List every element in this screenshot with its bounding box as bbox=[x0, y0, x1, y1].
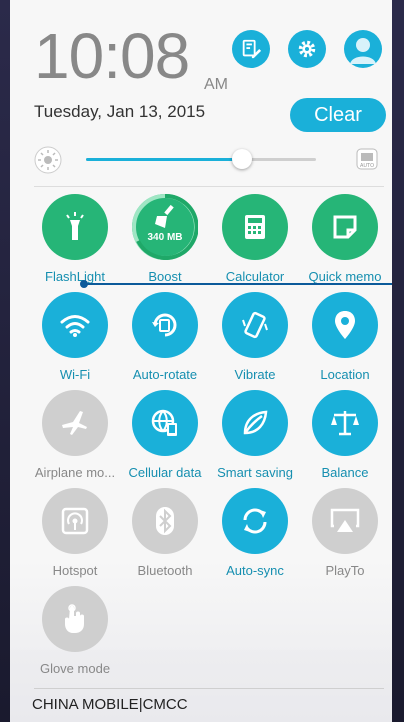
calculator-icon bbox=[245, 215, 265, 239]
cellular-data-icon bbox=[151, 409, 177, 436]
tile-label: Airplane mo... bbox=[34, 465, 116, 480]
flashlight-icon bbox=[66, 212, 84, 240]
calculator-button[interactable] bbox=[222, 194, 288, 260]
date-label: Tuesday, Jan 13, 2015 bbox=[34, 102, 206, 121]
tile-label: Calculator bbox=[225, 269, 285, 284]
tile-label: Boost bbox=[148, 269, 182, 284]
quick-settings-panel: 10:08 AM Tuesday, Jan 13, 2015 Clear AUT… bbox=[10, 0, 392, 722]
tile-bluetooth[interactable]: Bluetooth bbox=[118, 488, 212, 586]
right-edge bbox=[392, 0, 404, 722]
tile-hotspot[interactable]: Hotspot bbox=[28, 488, 122, 586]
tile-auto-rotate[interactable]: Auto-rotate bbox=[118, 292, 212, 390]
tile-label: Hotspot bbox=[52, 563, 98, 578]
tile-airplane-mode[interactable]: Airplane mo... bbox=[28, 390, 122, 488]
settings-button[interactable] bbox=[288, 30, 326, 68]
brightness-slider[interactable] bbox=[86, 149, 316, 169]
svg-text:AUTO: AUTO bbox=[360, 163, 374, 169]
edit-icon bbox=[242, 39, 262, 59]
tile-flashlight[interactable]: FlashLight bbox=[28, 194, 122, 292]
tile-cellular-data[interactable]: Cellular data bbox=[118, 390, 212, 488]
balance-icon bbox=[331, 411, 359, 436]
tile-label: Balance bbox=[321, 465, 369, 480]
divider bbox=[34, 186, 384, 187]
boost-value: 340 MB bbox=[147, 232, 183, 243]
hotspot-button[interactable] bbox=[42, 488, 108, 554]
tile-label: Auto-rotate bbox=[132, 367, 198, 382]
quick-memo-button[interactable] bbox=[312, 194, 378, 260]
playto-button[interactable] bbox=[312, 488, 378, 554]
glove-mode-button[interactable] bbox=[42, 586, 108, 652]
tile-wifi[interactable]: Wi-Fi bbox=[28, 292, 122, 390]
tile-calculator[interactable]: Calculator bbox=[208, 194, 302, 292]
balance-button[interactable] bbox=[312, 390, 378, 456]
brightness-fill bbox=[86, 158, 243, 161]
left-edge bbox=[0, 0, 10, 722]
airplane-mode-button[interactable] bbox=[42, 390, 108, 456]
flashlight-button[interactable] bbox=[42, 194, 108, 260]
tile-location[interactable]: Location bbox=[298, 292, 392, 390]
tile-label: Quick memo bbox=[308, 269, 382, 284]
carrier-label: CHINA MOBILE|CMCC bbox=[32, 696, 188, 713]
location-icon bbox=[335, 311, 355, 339]
guide-line bbox=[83, 283, 392, 285]
memo-icon bbox=[333, 215, 357, 239]
wifi-button[interactable] bbox=[42, 292, 108, 358]
tile-glove-mode[interactable]: Glove mode bbox=[28, 586, 122, 684]
avatar-icon bbox=[350, 38, 376, 64]
tile-label: FlashLight bbox=[45, 269, 105, 284]
tile-label: Cellular data bbox=[128, 465, 202, 480]
vibrate-icon bbox=[242, 311, 268, 339]
tile-label: Smart saving bbox=[217, 465, 293, 480]
tile-label: Glove mode bbox=[39, 661, 111, 676]
tile-label: Wi-Fi bbox=[59, 367, 91, 382]
sync-icon bbox=[243, 508, 267, 534]
tile-label: PlayTo bbox=[325, 563, 365, 578]
tile-label: Bluetooth bbox=[137, 563, 193, 578]
clear-button[interactable]: Clear bbox=[290, 98, 386, 132]
hotspot-icon bbox=[61, 507, 89, 535]
auto-rotate-button[interactable] bbox=[132, 292, 198, 358]
edit-button[interactable] bbox=[232, 30, 270, 68]
auto-sync-button[interactable] bbox=[222, 488, 288, 554]
tile-playto[interactable]: PlayTo bbox=[298, 488, 392, 586]
boost-button[interactable]: 340 MB bbox=[132, 194, 198, 260]
auto-rotate-icon bbox=[152, 313, 177, 337]
tile-boost[interactable]: 340 MB Boost bbox=[118, 194, 212, 292]
clock-ampm: AM bbox=[204, 76, 228, 93]
location-button[interactable] bbox=[312, 292, 378, 358]
tile-balance[interactable]: Balance bbox=[298, 390, 392, 488]
leaf-icon bbox=[243, 410, 268, 435]
tile-label: Location bbox=[320, 367, 370, 382]
bluetooth-icon bbox=[156, 507, 174, 535]
auto-brightness-icon[interactable]: AUTO bbox=[356, 148, 378, 170]
clock-time: 10:08 bbox=[34, 20, 190, 92]
tile-smart-saving[interactable]: Smart saving bbox=[208, 390, 302, 488]
brightness-row: AUTO bbox=[10, 142, 392, 178]
guide-dot bbox=[80, 280, 88, 288]
tile-label: Vibrate bbox=[234, 367, 276, 382]
wifi-icon bbox=[60, 315, 90, 337]
broom-icon bbox=[155, 204, 174, 228]
tile-vibrate[interactable]: Vibrate bbox=[208, 292, 302, 390]
bluetooth-button[interactable] bbox=[132, 488, 198, 554]
brightness-thumb[interactable] bbox=[232, 149, 253, 169]
airplane-icon bbox=[62, 411, 87, 435]
playto-icon bbox=[330, 508, 360, 532]
brightness-icon bbox=[34, 146, 62, 174]
tile-quick-memo[interactable]: Quick memo bbox=[298, 194, 392, 292]
tile-label: Auto-sync bbox=[226, 563, 284, 578]
smart-saving-button[interactable] bbox=[222, 390, 288, 456]
glove-icon bbox=[65, 604, 84, 633]
cellular-data-button[interactable] bbox=[132, 390, 198, 456]
divider bbox=[34, 688, 384, 689]
gear-icon bbox=[298, 40, 316, 58]
vibrate-button[interactable] bbox=[222, 292, 288, 358]
tile-auto-sync[interactable]: Auto-sync bbox=[208, 488, 302, 586]
profile-button[interactable] bbox=[344, 30, 382, 68]
